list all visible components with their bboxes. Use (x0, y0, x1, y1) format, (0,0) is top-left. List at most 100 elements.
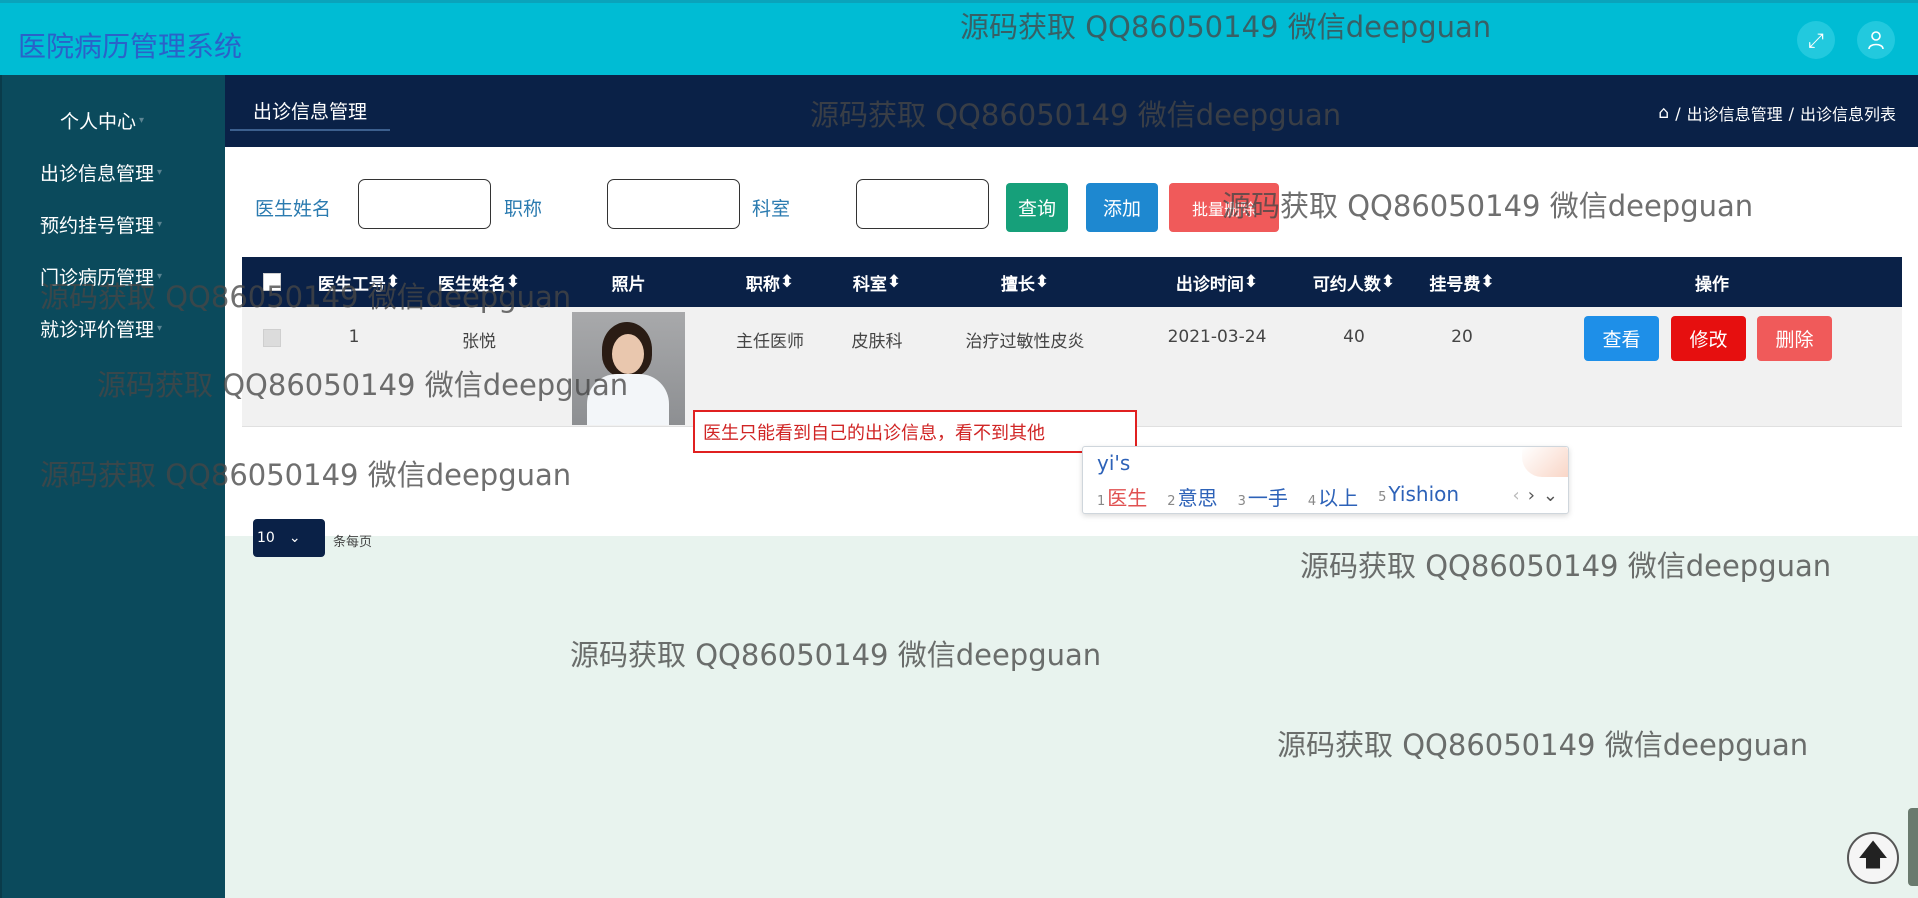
breadcrumb: ⌂ / 出诊信息管理 / 出诊信息列表 (1658, 101, 1896, 125)
column-header-label: 医生工号 (317, 274, 386, 295)
column-header-actions: 操作 (1695, 274, 1729, 295)
view-button[interactable]: 查看 (1584, 316, 1659, 361)
query-button[interactable]: 查询 (1006, 183, 1068, 232)
chevron-down-icon: ▾ (157, 271, 163, 282)
sidebar-item-label: 出诊信息管理 (40, 163, 155, 185)
sort-icon: ⬍ (505, 272, 521, 292)
main-content: 出诊信息管理 ⌂ / 出诊信息管理 / 出诊信息列表 医生姓名 职称 科室 查询… (225, 75, 1918, 898)
chevron-down-icon: ▾ (157, 323, 163, 334)
page-size-select[interactable]: 10 ⌄ (253, 519, 325, 557)
sidebar-item-evaluation[interactable]: 就诊评价管理 ▾ (2, 315, 227, 342)
sort-icon: ⬍ (1034, 272, 1050, 292)
column-header-fee[interactable]: 挂号费 ⬍ (1422, 257, 1502, 307)
breadcrumb-separator: / (1675, 103, 1681, 123)
arrow-up-icon: 🡅 (1857, 837, 1889, 873)
cell-doctor-id: 1 (348, 327, 360, 347)
sidebar-item-label: 门诊病历管理 (40, 267, 155, 289)
column-header-label: 可约人数 (1312, 274, 1381, 295)
sidebar: 个人中心 ▾ 出诊信息管理 ▾ 预约挂号管理 ▾ 门诊病历管理 ▾ 就诊评价管理 ▾ (0, 75, 225, 898)
sort-icon: ⬍ (385, 272, 401, 292)
column-header-doctor-name[interactable]: 医生姓名 ⬍ (434, 257, 524, 307)
sort-icon: ⬍ (779, 272, 795, 292)
chevron-down-icon[interactable]: ⌄ (1543, 485, 1558, 506)
checkbox-icon (263, 273, 281, 291)
column-header-label: 挂号费 (1429, 274, 1481, 295)
doctor-photo (572, 312, 685, 425)
title-label: 职称 (504, 198, 543, 220)
sidebar-item-visit-info[interactable]: 出诊信息管理 ▾ (2, 159, 227, 186)
cell-quota: 40 (1343, 327, 1365, 347)
cell-visit-time: 2021-03-24 (1167, 327, 1267, 347)
sidebar-item-label: 预约挂号管理 (40, 215, 155, 237)
ime-candidate[interactable]: 3 一手 (1238, 482, 1288, 511)
sort-icon: ⬍ (1380, 272, 1396, 292)
tab-bar: 出诊信息管理 ⌂ / 出诊信息管理 / 出诊信息列表 (225, 75, 1918, 147)
batch-delete-button[interactable]: 批量删除 (1169, 183, 1279, 232)
cell-fee: 20 (1451, 327, 1473, 347)
cell-specialty: 治疗过敏性皮炎 (965, 332, 1085, 352)
chevron-down-icon: ▾ (139, 115, 145, 126)
table-header: 医生工号 ⬍ 医生姓名 ⬍ 照片 职称 ⬍ 科室 ⬍ 擅长 ⬍ 出诊时间 ⬍ 可约人数 ⬍ 挂… (242, 257, 1902, 307)
chevron-down-icon: ⌄ (288, 530, 301, 546)
dept-label: 科室 (752, 198, 791, 220)
cell-doctor-name: 张悦 (462, 332, 496, 352)
delete-button[interactable]: 删除 (1757, 316, 1832, 361)
app-title: 医院病历管理系统 (18, 30, 243, 63)
table-row: 1 张悦 主任医师 皮肤科 治疗过敏性皮炎 2021-03-24 40 20 查… (242, 307, 1902, 427)
ime-candidate[interactable]: 1 医生 (1097, 482, 1147, 511)
column-header-label: 擅长 (1000, 274, 1035, 295)
column-header-dept[interactable]: 科室 ⬍ (847, 257, 907, 307)
sort-icon: ⬍ (1480, 272, 1495, 292)
per-page-text: 条每页 (333, 535, 373, 550)
content-panel: 医生姓名 职称 科室 查询 添加 批量删除 医生工号 ⬍ 医生姓名 ⬍ 照片 职称 ⬍… (225, 147, 1918, 557)
dept-input[interactable] (856, 179, 989, 229)
scroll-to-top-button[interactable]: 🡅 (1847, 832, 1899, 884)
chevron-left-icon[interactable]: ‹ (1513, 485, 1520, 506)
sidebar-item-label: 个人中心 (60, 111, 137, 133)
chevron-right-icon[interactable]: › (1528, 485, 1535, 506)
cell-dept: 皮肤科 (851, 332, 903, 352)
column-header-label: 医生姓名 (437, 274, 506, 295)
ime-candidate[interactable]: 4 以上 (1308, 482, 1358, 511)
breadcrumb-separator: / (1788, 103, 1794, 123)
ime-nav: ‹ › ⌄ (1513, 485, 1559, 506)
ime-candidate[interactable]: 5 Yishion (1378, 482, 1459, 511)
ime-composition: yi's (1097, 451, 1131, 475)
breadcrumb-item[interactable]: 出诊信息管理 (1687, 101, 1783, 125)
sidebar-item-personal-center[interactable]: 个人中心 ▾ (2, 107, 227, 134)
select-all-checkbox[interactable] (262, 257, 282, 307)
home-icon[interactable]: ⌂ (1658, 103, 1669, 123)
chevron-down-icon: ▾ (157, 167, 163, 178)
side-handle[interactable] (1908, 808, 1918, 886)
row-checkbox[interactable] (263, 329, 281, 347)
column-header-photo: 照片 (611, 274, 646, 295)
ime-skin-decoration (1522, 447, 1568, 477)
column-header-visit-time[interactable]: 出诊时间 ⬍ (1167, 257, 1267, 307)
sidebar-item-label: 就诊评价管理 (40, 319, 155, 341)
column-header-specialty[interactable]: 擅长 ⬍ (995, 257, 1055, 307)
chevron-down-icon: ▾ (157, 219, 163, 230)
cell-title: 主任医师 (736, 332, 804, 352)
sort-icon: ⬍ (1243, 272, 1259, 292)
column-header-title[interactable]: 职称 ⬍ (740, 257, 800, 307)
user-icon[interactable] (1857, 21, 1895, 59)
page-size-value: 10 (257, 530, 275, 546)
breadcrumb-item: 出诊信息列表 (1799, 105, 1896, 124)
title-input[interactable] (607, 179, 740, 229)
edit-button[interactable]: 修改 (1671, 316, 1746, 361)
expand-icon[interactable]: ⤢ (1797, 21, 1835, 59)
top-header: 医院病历管理系统 ⤢ (0, 0, 1918, 75)
ime-candidate-list: 1 医生 2 意思 3 一手 4 以上 5 Yishion (1097, 482, 1459, 511)
sidebar-item-appointment[interactable]: 预约挂号管理 ▾ (2, 211, 227, 238)
sidebar-item-medical-record[interactable]: 门诊病历管理 ▾ (2, 263, 227, 290)
tab-visit-info[interactable]: 出诊信息管理 (230, 91, 390, 131)
doctor-name-input[interactable] (358, 179, 491, 229)
annotation-box: 医生只能看到自己的出诊信息，看不到其他 (693, 410, 1137, 453)
doctor-name-label: 医生姓名 (255, 198, 332, 220)
column-header-quota[interactable]: 可约人数 ⬍ (1309, 257, 1399, 307)
add-button[interactable]: 添加 (1086, 183, 1158, 232)
ime-candidate[interactable]: 2 意思 (1167, 482, 1217, 511)
column-header-label: 职称 (745, 274, 780, 295)
column-header-label: 出诊时间 (1175, 274, 1244, 295)
column-header-doctor-id[interactable]: 医生工号 ⬍ (314, 257, 404, 307)
